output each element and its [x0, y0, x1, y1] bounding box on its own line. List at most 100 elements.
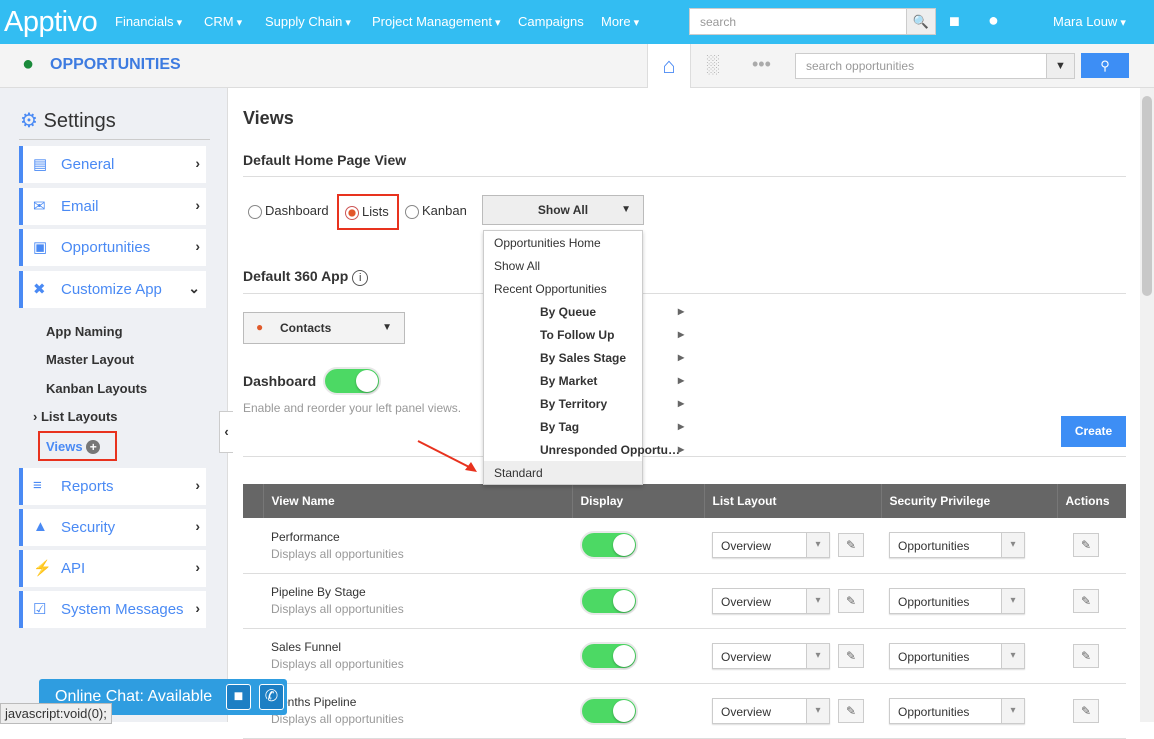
list-layout-select[interactable]: Overview: [712, 587, 830, 614]
sidebar-item-opportunities[interactable]: ▣ Opportunities ›: [19, 229, 206, 266]
list-layout-select[interactable]: Overview: [712, 697, 830, 724]
nav-more[interactable]: More: [601, 14, 639, 29]
edit-icon[interactable]: ✎: [1073, 533, 1099, 558]
default-360-select[interactable]: ● Contacts ▼: [243, 312, 405, 344]
sidebar-item-email[interactable]: ✉ Email ›: [19, 188, 206, 225]
menu-item[interactable]: By Territory: [530, 392, 688, 415]
sidebar-item-system-messages[interactable]: ☑ System Messages ›: [19, 591, 206, 628]
sidebar-item-reports[interactable]: ≡ Reports ›: [19, 468, 206, 505]
sidebar-sub-master-layout[interactable]: Master Layout: [46, 352, 134, 367]
settings-sidebar: ⚙ Settings ▤ General › ✉ Email › ▣ Opportunit…: [0, 88, 233, 722]
scrollbar-thumb[interactable]: [1142, 96, 1152, 296]
global-search-input[interactable]: search: [689, 8, 907, 35]
chevron-right-icon: ›: [195, 197, 200, 213]
search-icon[interactable]: 🔍: [906, 8, 936, 35]
sidebar-sub-views[interactable]: Views +: [38, 431, 117, 461]
display-toggle[interactable]: [580, 696, 638, 725]
display-toggle[interactable]: [580, 531, 638, 560]
app-title: OPPORTUNITIES: [50, 56, 181, 73]
radio-kanban[interactable]: Kanban: [405, 203, 467, 219]
edit-icon[interactable]: ✎: [838, 698, 864, 723]
home-icon[interactable]: ⌂: [647, 44, 691, 88]
message-icon: ☑: [33, 601, 47, 618]
apptivo-logo[interactable]: Apptivo: [4, 6, 98, 39]
scrollbar[interactable]: [1140, 88, 1154, 722]
nav-project-management[interactable]: Project Management: [372, 14, 501, 29]
chevron-right-icon: ›: [195, 559, 200, 575]
view-name[interactable]: Months Pipeline: [271, 695, 572, 709]
phone-icon[interactable]: ✆: [259, 684, 284, 710]
opportunity-search-button[interactable]: ⚲: [1081, 53, 1129, 78]
sidebar-item-general[interactable]: ▤ General ›: [19, 146, 206, 183]
privilege-select[interactable]: Opportunities: [889, 532, 1025, 559]
col-display: Display: [571, 484, 704, 518]
menu-item[interactable]: Recent Opportunities: [484, 277, 642, 300]
default-360-heading: Default 360 App i: [243, 268, 369, 286]
col-view-name: View Name: [262, 484, 572, 518]
plug-icon: ⚡: [33, 560, 52, 577]
nav-crm[interactable]: CRM: [204, 14, 242, 29]
menu-item[interactable]: By Tag: [530, 415, 688, 438]
chart-icon[interactable]: ░: [706, 54, 719, 75]
view-name[interactable]: Sales Funnel: [271, 640, 572, 654]
dashboard-label: Dashboard: [243, 373, 317, 389]
edit-icon[interactable]: ✎: [838, 533, 864, 558]
sidebar-item-security[interactable]: ▲ Security ›: [19, 509, 206, 546]
more-dots-icon[interactable]: •••: [752, 54, 771, 75]
sidebar-sub-kanban-layouts[interactable]: Kanban Layouts: [46, 381, 147, 396]
info-icon[interactable]: i: [352, 270, 369, 286]
monitor-icon: ▤: [33, 156, 48, 173]
edit-icon[interactable]: ✎: [1073, 588, 1099, 613]
menu-item[interactable]: Standard: [484, 461, 642, 484]
opportunity-search-input[interactable]: search opportunities: [795, 53, 1075, 79]
list-layout-select[interactable]: Overview: [712, 532, 830, 559]
sidebar-sub-app-naming[interactable]: App Naming: [46, 324, 123, 339]
menu-item[interactable]: Show All: [484, 254, 642, 277]
nav-supply-chain[interactable]: Supply Chain: [265, 14, 351, 29]
view-description: Displays all opportunities: [271, 712, 404, 726]
chat-icon[interactable]: ■: [226, 684, 251, 710]
edit-icon[interactable]: ✎: [838, 588, 864, 613]
menu-item[interactable]: By Sales Stage: [530, 346, 688, 369]
table-row: Performance Displays all opportunities Ov…: [243, 518, 1126, 574]
nav-campaigns[interactable]: Campaigns: [518, 14, 584, 29]
radio-lists[interactable]: Lists: [337, 194, 399, 230]
display-toggle[interactable]: [580, 586, 638, 615]
sidebar-item-api[interactable]: ⚡ API ›: [19, 550, 206, 587]
display-toggle[interactable]: [580, 641, 638, 670]
gear-icon: ⚙: [20, 110, 38, 132]
create-button[interactable]: Create: [1061, 416, 1126, 447]
envelope-icon: ✉: [33, 198, 46, 215]
privilege-select[interactable]: Opportunities: [889, 697, 1025, 724]
user-menu[interactable]: Mara Louw: [1031, 14, 1126, 29]
view-description: Displays all opportunities: [271, 657, 404, 671]
col-actions: Actions: [1056, 484, 1126, 518]
edit-icon[interactable]: ✎: [1073, 643, 1099, 668]
settings-heading: ⚙ Settings: [20, 108, 116, 133]
view-name[interactable]: Pipeline By Stage: [271, 585, 572, 599]
dashboard-toggle[interactable]: [323, 367, 381, 395]
tools-icon: ✖: [33, 281, 46, 298]
menu-item[interactable]: Opportunities Home: [484, 231, 642, 254]
list-layout-select[interactable]: Overview: [712, 642, 830, 669]
sidebar-sub-list-layouts[interactable]: › List Layouts: [33, 409, 118, 424]
home-view-select[interactable]: Show All ▼: [482, 195, 644, 225]
privilege-select[interactable]: Opportunities: [889, 642, 1025, 669]
radio-dashboard[interactable]: Dashboard: [248, 203, 329, 219]
store-icon[interactable]: ■: [949, 11, 960, 32]
menu-item[interactable]: By Queue: [530, 300, 688, 323]
menu-item[interactable]: By Market: [530, 369, 688, 392]
people-icon[interactable]: ●: [988, 10, 999, 31]
search-dropdown-button[interactable]: ▼: [1046, 53, 1075, 79]
privilege-select[interactable]: Opportunities: [889, 587, 1025, 614]
edit-icon[interactable]: ✎: [838, 643, 864, 668]
user-name: Mara Louw: [1053, 14, 1118, 29]
status-bar-url: javascript:void(0);: [0, 703, 112, 724]
sidebar-item-customize-app[interactable]: ✖ Customize App ⌄: [19, 271, 206, 308]
add-circle-icon[interactable]: +: [86, 440, 101, 454]
nav-financials[interactable]: Financials: [115, 14, 182, 29]
menu-item[interactable]: To Follow Up: [530, 323, 688, 346]
view-name[interactable]: Performance: [271, 530, 572, 544]
menu-item[interactable]: Unresponded Opportu…: [530, 438, 688, 461]
edit-icon[interactable]: ✎: [1073, 698, 1099, 723]
